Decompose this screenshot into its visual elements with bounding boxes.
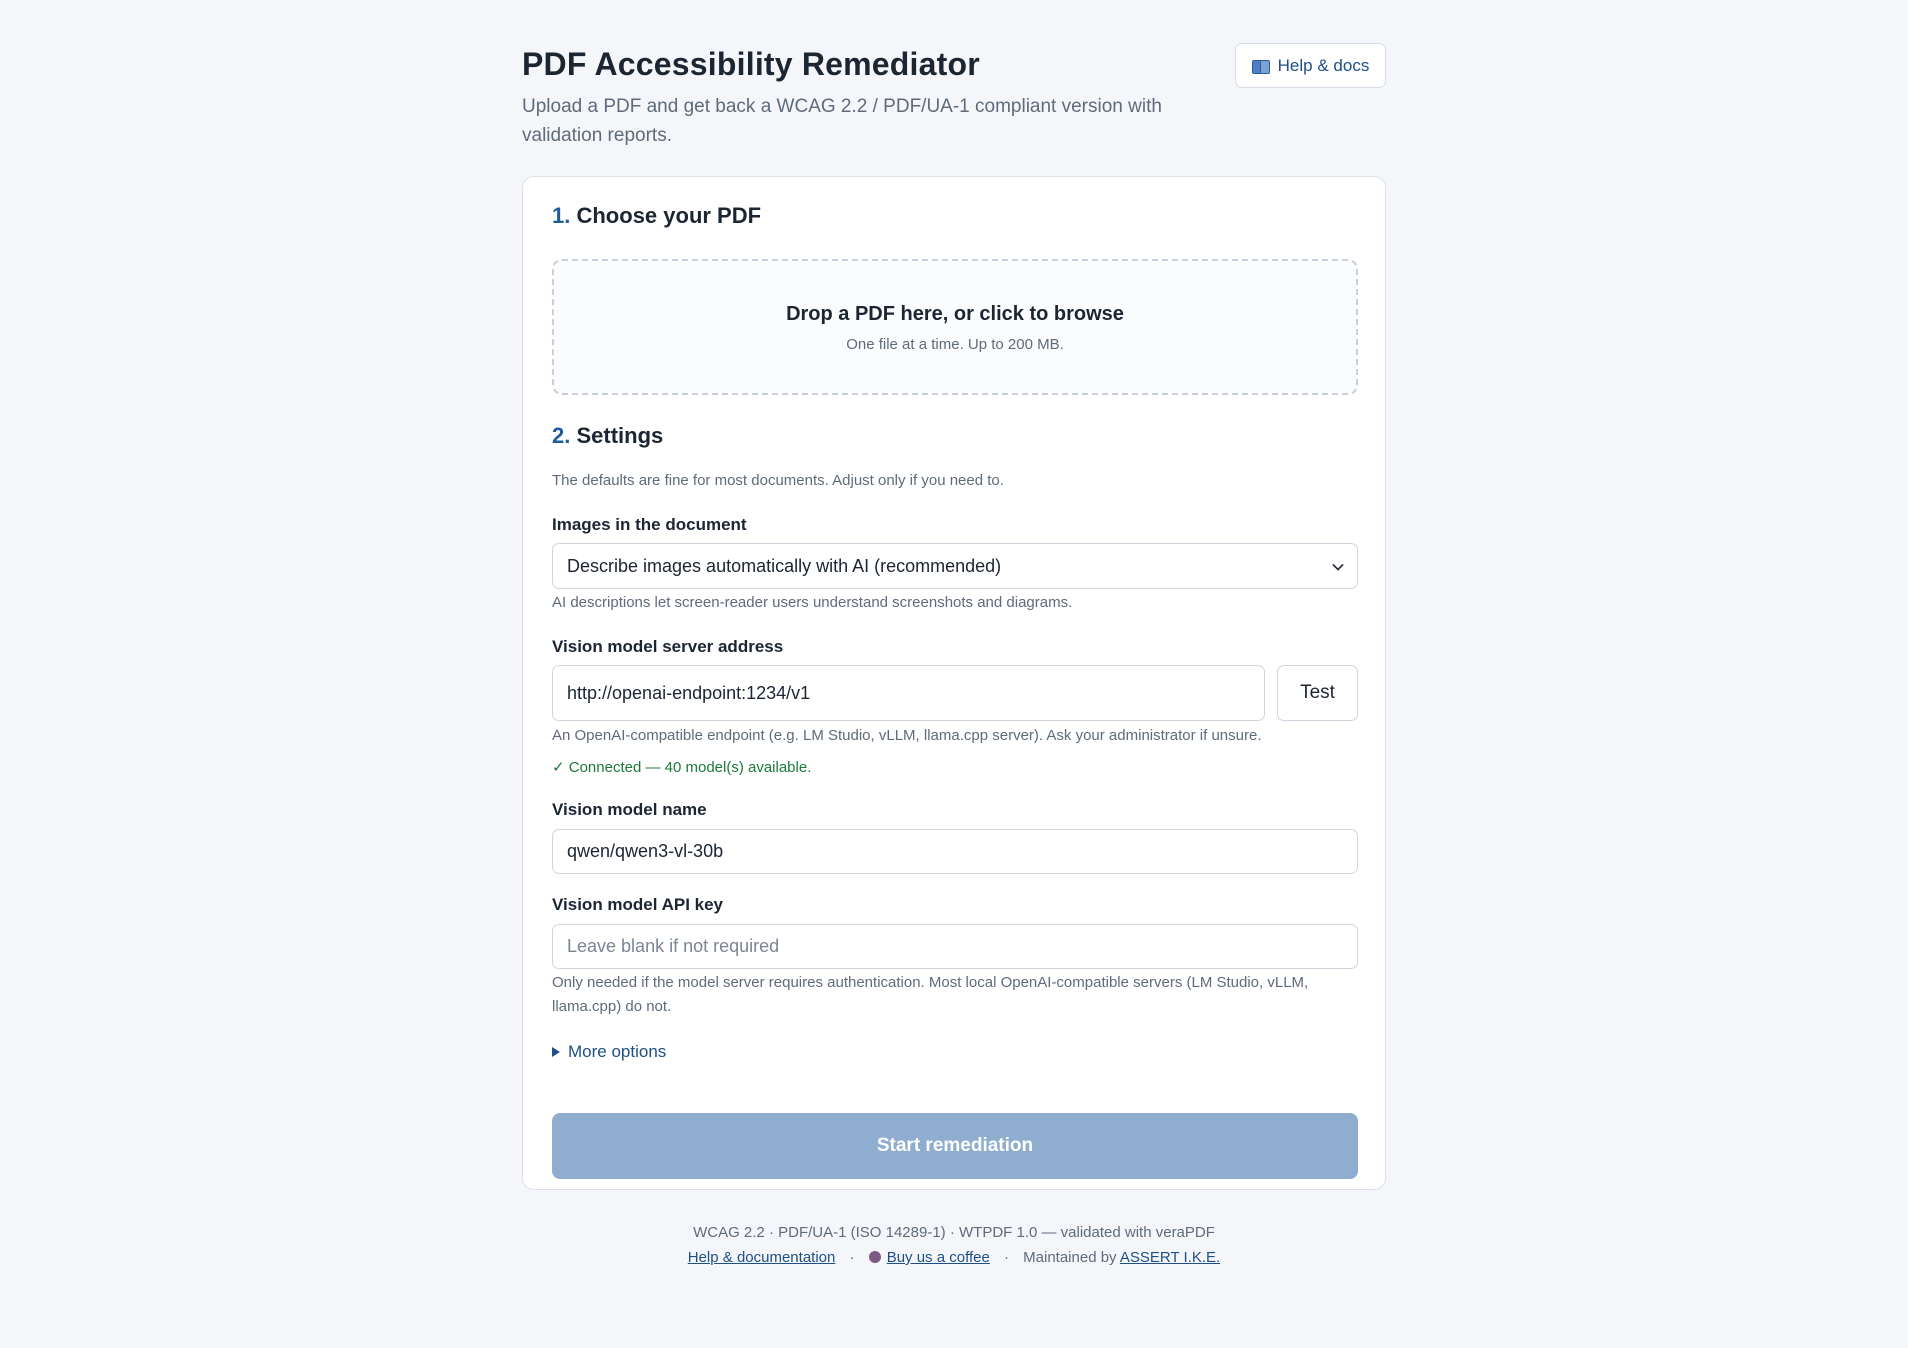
- remediation-card: 1. Choose your PDF Drop a PDF here, or c…: [522, 176, 1386, 1190]
- separator: ·: [1003, 1249, 1009, 1266]
- help-docs-button[interactable]: Help & docs: [1235, 43, 1386, 88]
- more-options-toggle[interactable]: More options: [552, 1042, 666, 1062]
- images-help: AI descriptions let screen-reader users …: [552, 594, 1073, 611]
- connection-status: ✓ Connected — 40 model(s) available.: [552, 759, 812, 776]
- images-label: Images in the document: [552, 515, 747, 534]
- model-name-input[interactable]: qwen/qwen3-vl-30b: [552, 829, 1358, 874]
- separator: ·: [849, 1249, 855, 1266]
- book-icon: [1251, 59, 1270, 74]
- help-documentation-link[interactable]: Help & documentation: [688, 1249, 836, 1266]
- section-settings-title: 2. Settings: [552, 423, 663, 449]
- server-help: An OpenAI-compatible endpoint (e.g. LM S…: [552, 727, 1262, 744]
- server-address-input[interactable]: http://openai-endpoint:1234/v1: [552, 665, 1265, 721]
- test-connection-button[interactable]: Test: [1277, 665, 1358, 721]
- apikey-help: Only needed if the model server requires…: [552, 974, 1309, 1015]
- section-title-text: Settings: [576, 423, 664, 448]
- server-label: Vision model server address: [552, 637, 784, 656]
- page-title: PDF Accessibility Remediator: [522, 46, 980, 82]
- section-choose-pdf-title: 1. Choose your PDF: [552, 203, 761, 229]
- buy-coffee-label: Buy us a coffee: [886, 1249, 990, 1266]
- footer-links: Help & documentation · Buy us a coffee ·…: [522, 1249, 1386, 1266]
- section-title-text: Choose your PDF: [576, 203, 762, 228]
- apikey-label: Vision model API key: [552, 895, 724, 914]
- buy-coffee-link[interactable]: Buy us a coffee: [868, 1249, 990, 1266]
- server-row: http://openai-endpoint:1234/v1 Test: [552, 665, 1358, 721]
- maintainer-link[interactable]: ASSERT I.K.E.: [1120, 1249, 1220, 1266]
- dropzone-sub-text: One file at a time. Up to 200 MB.: [846, 336, 1064, 353]
- chevron-down-icon: [1332, 559, 1344, 571]
- page-subtitle: Upload a PDF and get back a WCAG 2.2 / P…: [522, 96, 1162, 146]
- pdf-dropzone[interactable]: Drop a PDF here, or click to browse One …: [552, 259, 1358, 395]
- page: PDF Accessibility Remediator Upload a PD…: [522, 40, 1386, 1266]
- images-select-value: Describe images automatically with AI (r…: [567, 555, 1002, 576]
- page-header: PDF Accessibility Remediator Upload a PD…: [522, 40, 1386, 178]
- triangle-right-icon: [552, 1047, 560, 1057]
- dropzone-main-text: Drop a PDF here, or click to browse: [786, 303, 1124, 325]
- section-number: 2.: [552, 423, 571, 448]
- section-number: 1.: [552, 203, 571, 228]
- images-select[interactable]: Describe images automatically with AI (r…: [552, 543, 1358, 589]
- footer-standards: WCAG 2.2 · PDF/UA-1 (ISO 14289-1) · WTPD…: [693, 1224, 1215, 1241]
- help-docs-label: Help & docs: [1277, 55, 1370, 75]
- maintained-by-text: Maintained by: [1023, 1249, 1117, 1266]
- start-remediation-button[interactable]: Start remediation: [552, 1113, 1358, 1179]
- coffee-icon: [868, 1251, 881, 1263]
- footer: WCAG 2.2 · PDF/UA-1 (ISO 14289-1) · WTPD…: [522, 1224, 1386, 1266]
- settings-intro: The defaults are fine for most documents…: [552, 472, 1004, 489]
- more-options-label: More options: [568, 1042, 667, 1061]
- api-key-input[interactable]: Leave blank if not required: [552, 924, 1358, 969]
- model-label: Vision model name: [552, 800, 707, 819]
